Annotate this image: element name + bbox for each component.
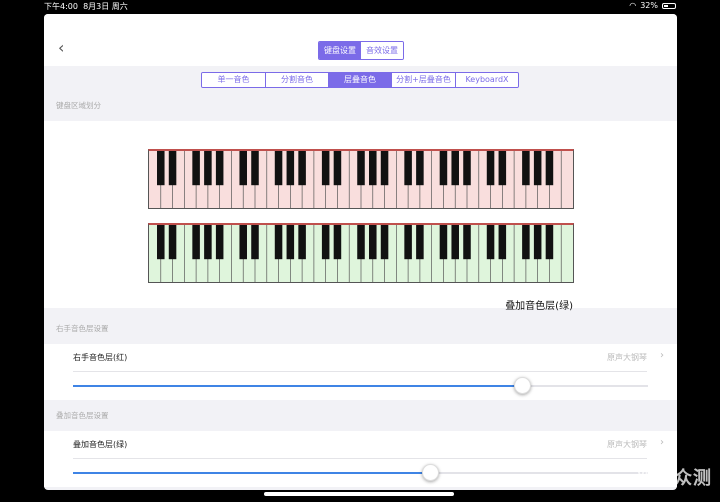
keyboard-green-keys [157, 225, 562, 282]
black-key [404, 225, 412, 260]
black-key [369, 151, 377, 186]
black-key [333, 151, 342, 186]
section-right-layer: 右手音色层设置 [56, 324, 109, 333]
black-key [168, 151, 177, 186]
black-key [357, 151, 365, 186]
black-key [286, 151, 295, 186]
right-layer-instrument[interactable]: 原声大钢琴 [607, 352, 647, 363]
black-key [522, 225, 530, 260]
black-key [533, 225, 542, 260]
black-key [251, 225, 259, 260]
black-key [486, 151, 495, 186]
slider-thumb[interactable] [421, 464, 439, 481]
overlay-layer-row[interactable]: 叠加音色层(绿) 原声大钢琴 › [44, 431, 677, 487]
black-key [286, 225, 295, 260]
slider-fill [73, 385, 522, 387]
nav-bar: ‹ 键盘设置 音效设置 [44, 14, 677, 66]
slider-fill [73, 472, 430, 474]
black-key [451, 151, 459, 186]
keyboard-green-layer [148, 223, 574, 283]
black-key [274, 225, 283, 260]
black-key [404, 151, 412, 186]
black-key [357, 225, 365, 260]
black-key [416, 151, 424, 186]
chevron-right-icon[interactable]: › [660, 437, 664, 448]
black-key [157, 225, 165, 260]
tab-layer-tone[interactable]: 层叠音色 [328, 73, 391, 87]
tab-split-layer-tone[interactable]: 分割+层叠音色 [391, 73, 455, 87]
black-key [439, 151, 448, 186]
keyboard-zone-panel: 叠加音色层(绿) [44, 121, 677, 312]
black-key [204, 225, 212, 260]
overlay-layer-title: 叠加音色层(绿) [73, 440, 128, 449]
status-time-date: 下午4:00 8月3日 周六 [44, 2, 128, 11]
right-layer-volume-slider[interactable] [73, 377, 648, 394]
black-key [545, 225, 554, 260]
black-key [416, 225, 424, 260]
battery-icon [662, 2, 676, 9]
black-key [463, 225, 471, 260]
divider [73, 458, 647, 459]
black-key [192, 225, 200, 260]
black-key [439, 225, 448, 260]
wifi-icon: ◠ [629, 1, 637, 10]
black-key [498, 225, 507, 260]
segment-sound-settings[interactable]: 音效设置 [361, 42, 403, 59]
overlay-layer-instrument[interactable]: 原声大钢琴 [607, 439, 647, 450]
black-key [498, 151, 507, 186]
black-key [251, 151, 259, 186]
app-screen: ‹ 键盘设置 音效设置 单一音色 分割音色 层叠音色 分割+层叠音色 Keybo… [44, 14, 677, 490]
keyboard-red-layer [148, 149, 574, 209]
black-key [239, 225, 247, 260]
tab-split-tone[interactable]: 分割音色 [265, 73, 328, 87]
right-layer-row[interactable]: 右手音色层(红) 原声大钢琴 › [44, 344, 677, 400]
black-key [533, 151, 542, 186]
black-key [463, 151, 471, 186]
tab-keyboardx[interactable]: KeyboardX [455, 73, 518, 87]
black-key [321, 225, 330, 260]
keyboard-red-keys [157, 151, 562, 208]
section-keyboard-zone: 键盘区域划分 [56, 101, 101, 110]
black-key [522, 151, 530, 186]
section-overlay-layer: 叠加音色层设置 [56, 411, 109, 420]
slider-thumb[interactable] [513, 377, 531, 394]
mode-tabs: 单一音色 分割音色 层叠音色 分割+层叠音色 KeyboardX [201, 72, 519, 88]
black-key [333, 225, 342, 260]
black-key [168, 225, 177, 260]
status-bar: 下午4:00 8月3日 周六 ◠ 32% [0, 0, 720, 12]
chevron-left-icon[interactable]: ‹ [58, 40, 64, 56]
tab-single-tone[interactable]: 单一音色 [202, 73, 265, 87]
black-key [451, 225, 459, 260]
black-key [486, 225, 495, 260]
settings-segment: 键盘设置 音效设置 [318, 41, 404, 60]
black-key [369, 225, 377, 260]
black-key [204, 151, 212, 186]
black-key [380, 225, 389, 260]
divider [73, 371, 647, 372]
black-key [157, 151, 165, 186]
chevron-right-icon[interactable]: › [660, 350, 664, 361]
home-indicator[interactable] [264, 492, 454, 496]
black-key [274, 151, 283, 186]
right-layer-title: 右手音色层(红) [73, 353, 128, 362]
segment-keyboard-settings[interactable]: 键盘设置 [319, 42, 361, 59]
black-key [192, 151, 200, 186]
black-key [380, 151, 389, 186]
black-key [215, 225, 224, 260]
status-right: ◠ 32% [629, 1, 676, 10]
black-key [215, 151, 224, 186]
mode-tabs-bar: 单一音色 分割音色 层叠音色 分割+层叠音色 KeyboardX [44, 66, 677, 93]
overlay-layer-volume-slider[interactable] [73, 464, 648, 481]
black-key [545, 151, 554, 186]
black-key [298, 225, 306, 260]
black-key [298, 151, 306, 186]
battery-percent: 32% [640, 1, 658, 10]
keyboard-caption: 叠加音色层(绿) [505, 301, 573, 312]
black-key [239, 151, 247, 186]
black-key [321, 151, 330, 186]
watermark: 新浪众测 [636, 468, 712, 489]
